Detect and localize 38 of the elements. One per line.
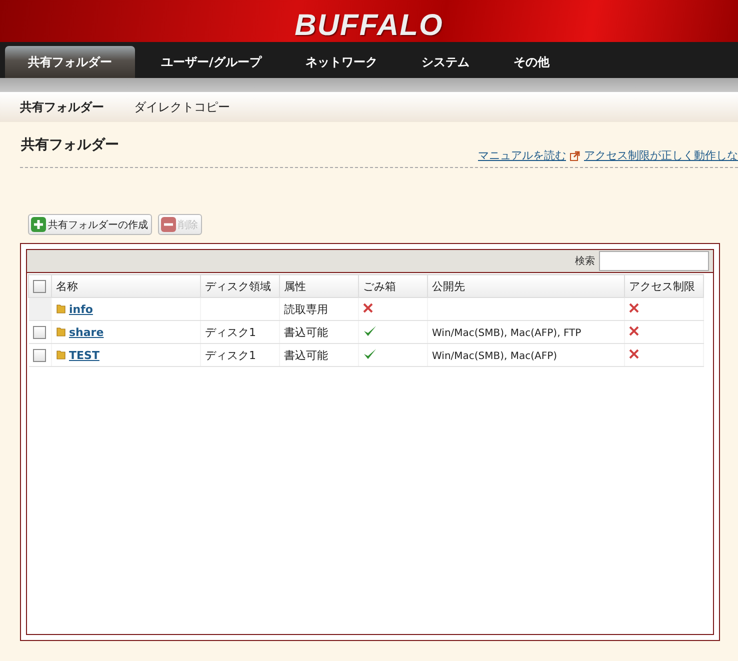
nav-tab[interactable]: システム bbox=[403, 46, 488, 78]
nav-tab[interactable]: ネットワーク bbox=[287, 46, 396, 78]
table-cell: ディスク1 bbox=[200, 344, 280, 366]
nav-tab[interactable]: ユーザー/グループ bbox=[143, 46, 280, 78]
folder-link[interactable]: info bbox=[69, 302, 93, 316]
create-button[interactable]: 共有フォルダーの作成 bbox=[28, 214, 152, 235]
search-label: 検索 bbox=[575, 254, 595, 268]
nav-tab[interactable]: その他 bbox=[495, 46, 568, 78]
column-header[interactable]: 名称 bbox=[52, 274, 200, 298]
table-cell: 書込可能 bbox=[280, 344, 358, 366]
table-cell: ディスク1 bbox=[200, 320, 280, 344]
row-checkbox[interactable] bbox=[32, 326, 46, 339]
search-field[interactable] bbox=[599, 251, 709, 271]
sub-tab[interactable]: 共有フォルダー bbox=[20, 98, 104, 116]
minus-icon bbox=[161, 217, 176, 232]
folder-link[interactable]: share bbox=[69, 326, 104, 338]
help-link[interactable]: アクセス制限が正しく動作しな bbox=[584, 148, 738, 163]
folder-link[interactable]: TEST bbox=[69, 348, 100, 362]
plus-icon bbox=[31, 217, 46, 232]
column-header[interactable]: 公開先 bbox=[428, 274, 624, 298]
column-header[interactable]: ごみ箱 bbox=[358, 274, 428, 298]
share-targets: Win/Mac(SMB), Mac(AFP), FTP bbox=[432, 328, 582, 338]
nav-tab[interactable]: 共有フォルダー bbox=[5, 46, 135, 78]
logo: BUFFALO bbox=[294, 10, 444, 42]
page-title: 共有フォルダー bbox=[21, 136, 119, 154]
folder-icon bbox=[56, 326, 66, 336]
column-header[interactable]: アクセス制限 bbox=[624, 274, 704, 298]
table-cell: 読取専用 bbox=[280, 298, 358, 320]
folder-icon bbox=[56, 348, 66, 360]
share-targets: Win/Mac(SMB), Mac(AFP) bbox=[432, 350, 558, 362]
column-header[interactable]: 属性 bbox=[280, 274, 358, 298]
select-all-checkbox[interactable] bbox=[33, 280, 46, 293]
folder-icon bbox=[56, 302, 66, 314]
table-cell: 書込可能 bbox=[280, 320, 358, 344]
help-link[interactable]: マニュアルを読む bbox=[478, 148, 566, 163]
column-header[interactable]: ディスク領域 bbox=[200, 274, 280, 298]
row-checkbox[interactable] bbox=[32, 348, 46, 362]
sub-tab[interactable]: ダイレクトコピー bbox=[134, 98, 230, 116]
